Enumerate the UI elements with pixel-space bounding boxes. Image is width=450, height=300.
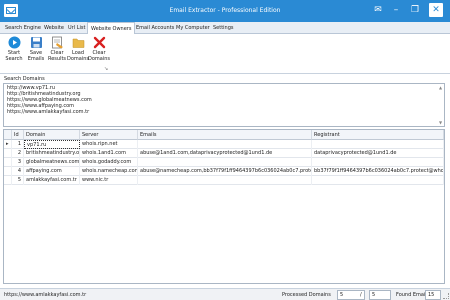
tab-url-list[interactable]: Url List — [65, 22, 88, 34]
clear-results-icon — [52, 36, 63, 49]
column-header-emails[interactable]: Emails — [138, 130, 312, 140]
row-selector — [4, 149, 12, 158]
cell-domain: affpaying.com — [24, 167, 80, 176]
cell-registrant — [312, 158, 444, 167]
results-grid[interactable]: Id Domain Server Emails Registrant ▸ 1 v… — [3, 129, 445, 284]
table-row[interactable]: ▸ 1 vp71.ru whois.ripn.net — [4, 140, 444, 149]
title-bar: Email Extractor - Professional Edition ✉… — [0, 0, 450, 22]
cell-server: whois.1and1.com — [80, 149, 138, 158]
status-bar: https://www.amlakkayfasi.com.tr Processe… — [0, 288, 450, 300]
table-row[interactable]: 5 amlakkayfasi.com.tr www.nic.tr — [4, 176, 444, 185]
cell-server: www.nic.tr — [80, 176, 138, 185]
separator-slash: / — [360, 292, 362, 298]
red-x-icon — [93, 36, 106, 49]
domain-line: https://www.amlakkayfasi.com.tr — [7, 109, 90, 115]
total-domains-field: 5 — [369, 290, 391, 300]
table-row[interactable]: 3 globalmeatnews.com whois.godaddy.com — [4, 158, 444, 167]
row-selector-arrow-icon: ▸ — [4, 140, 12, 149]
restore-button[interactable]: ❐ — [409, 4, 421, 16]
processed-domains-label: Processed Domains — [282, 292, 331, 298]
cell-domain: britishmeatindustry.org — [26, 149, 80, 158]
cell-domain: vp71.ru — [24, 140, 80, 149]
table-row[interactable]: 4 affpaying.com whois.namecheap.com abus… — [4, 167, 444, 176]
column-header-registrant[interactable]: Registrant — [312, 130, 444, 140]
column-header-id[interactable]: Id — [12, 130, 24, 140]
column-header-domain[interactable]: Domain — [24, 130, 80, 140]
minimize-button[interactable]: – — [390, 4, 402, 16]
cell-emails: abuse@namecheap.com,bb37f79f1ff9464397b6… — [140, 167, 312, 176]
cell-registrant: bb37f79f1ff9464397b6c036024ab0c7.protect… — [314, 167, 444, 176]
scroll-down-arrow-icon[interactable]: ▼ — [438, 120, 443, 125]
cell-id: 5 — [12, 176, 24, 185]
play-icon — [8, 36, 21, 49]
clear-domains-button[interactable]: Clear Domains — [88, 36, 110, 68]
tab-search-engine[interactable]: Search Engine — [2, 22, 44, 34]
ribbon-tabs: Search Engine Website Url List Website O… — [0, 22, 450, 35]
row-selector — [4, 158, 12, 167]
folder-icon — [72, 38, 85, 48]
cell-registrant — [312, 140, 444, 149]
tab-settings[interactable]: Settings — [210, 22, 237, 34]
ribbon-launcher-icon[interactable]: ↘ — [104, 66, 108, 72]
row-selector — [4, 176, 12, 185]
cell-server: whois.ripn.net — [80, 140, 138, 149]
cell-emails — [138, 158, 312, 167]
cell-registrant — [312, 176, 444, 185]
search-domains-textarea[interactable]: http://www.vp71.ru http://britishmeatind… — [3, 83, 445, 127]
row-selector — [4, 167, 12, 176]
start-search-button[interactable]: Start Search — [3, 36, 25, 68]
vertical-scrollbar[interactable]: ▲ ▼ — [438, 85, 443, 125]
tab-my-computer[interactable]: My Computer — [173, 22, 213, 34]
scroll-up-arrow-icon[interactable]: ▲ — [438, 85, 443, 90]
table-row[interactable]: 2 britishmeatindustry.org whois.1and1.co… — [4, 149, 444, 158]
cell-id: 2 — [12, 149, 24, 158]
cell-id: 1 — [12, 140, 24, 149]
cell-emails: abuse@1and1.com,dataprivacyprotected@1un… — [138, 149, 312, 158]
cell-domain: globalmeatnews.com — [26, 158, 80, 167]
close-button[interactable]: ✕ — [429, 3, 443, 17]
ribbon-panel: Start Search Save Emails Clear Results L… — [0, 34, 450, 74]
cell-registrant: dataprivacyprotected@1und1.de — [312, 149, 444, 158]
row-indicator-header — [4, 130, 12, 140]
cell-server: whois.godaddy.com — [80, 158, 138, 167]
cell-emails — [138, 176, 312, 185]
found-emails-field: 15 — [425, 290, 441, 300]
resize-grip-icon[interactable] — [443, 293, 449, 299]
tab-website[interactable]: Website — [41, 22, 67, 34]
cell-domain: amlakkayfasi.com.tr — [24, 176, 80, 185]
clear-domains-label: Clear Domains — [87, 50, 110, 62]
cell-server: whois.namecheap.com — [82, 167, 138, 176]
save-icon — [31, 37, 42, 48]
cell-id: 4 — [12, 167, 24, 176]
cell-id: 3 — [12, 158, 24, 167]
status-url: https://www.amlakkayfasi.com.tr — [4, 292, 87, 298]
tab-email-accounts[interactable]: Email Accounts — [133, 22, 177, 34]
cell-emails — [138, 140, 312, 149]
search-domains-label: Search Domains — [4, 76, 45, 82]
envelope-icon[interactable]: ✉ — [372, 4, 384, 16]
column-header-server[interactable]: Server — [80, 130, 138, 140]
